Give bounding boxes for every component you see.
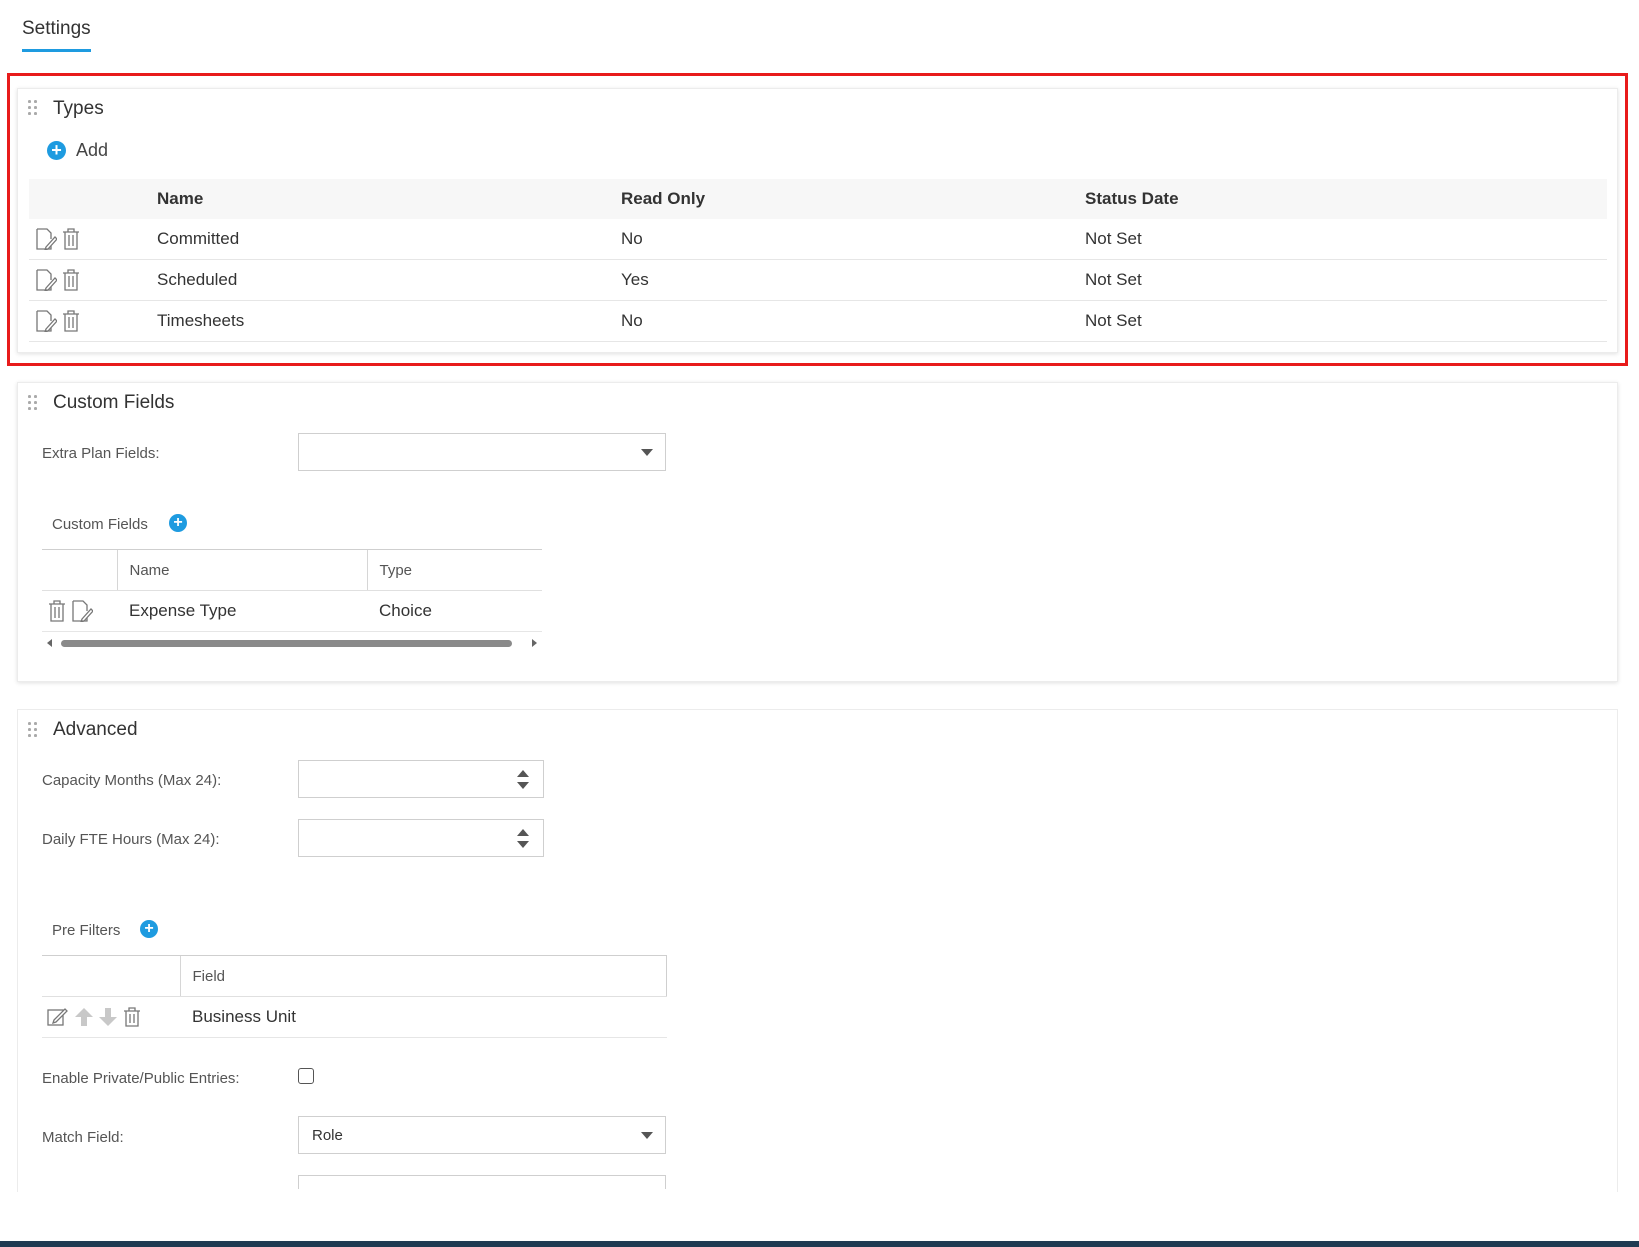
column-header-field[interactable]: Field	[179, 955, 667, 997]
advanced-panel: Advanced Capacity Months (Max 24): Daily…	[17, 709, 1618, 1192]
arrow-down-icon[interactable]	[517, 782, 529, 789]
edit-icon[interactable]	[71, 600, 93, 622]
arrow-down-icon[interactable]	[517, 841, 529, 848]
pre-filters-header: Field	[42, 955, 667, 997]
chevron-down-icon	[641, 1132, 653, 1139]
arrow-up-icon[interactable]	[74, 1007, 94, 1027]
add-pre-filter-button[interactable]: +	[140, 920, 158, 938]
highlight-frame	[7, 73, 1628, 366]
pre-filters-subtitle: Pre Filters	[52, 922, 121, 939]
cell-type: Choice	[367, 590, 542, 632]
horizontal-scrollbar[interactable]	[42, 636, 542, 650]
daily-fte-input[interactable]	[298, 819, 544, 857]
actions-header	[42, 549, 117, 591]
row-actions	[42, 590, 117, 632]
extra-plan-fields-label: Extra Plan Fields:	[42, 445, 160, 462]
private-public-checkbox[interactable]	[298, 1068, 314, 1084]
trash-icon[interactable]	[48, 600, 66, 622]
column-header-type[interactable]: Type	[366, 549, 542, 591]
drag-handle-icon[interactable]	[28, 395, 38, 411]
daily-fte-label: Daily FTE Hours (Max 24):	[42, 831, 220, 848]
add-custom-field-button[interactable]: +	[169, 514, 187, 532]
extra-plan-fields-select[interactable]	[298, 433, 666, 471]
actions-header	[42, 955, 180, 997]
arrow-up-icon[interactable]	[517, 829, 529, 836]
scrollbar-thumb[interactable]	[61, 640, 512, 647]
match-field-value: Role	[312, 1127, 343, 1144]
match-field-select[interactable]: Role	[298, 1116, 666, 1154]
scroll-right-icon[interactable]	[532, 639, 537, 647]
custom-fields-header: Name Type	[42, 549, 542, 591]
arrow-down-icon[interactable]	[98, 1007, 118, 1027]
custom-fields-panel: Custom Fields Extra Plan Fields: Custom …	[17, 382, 1618, 682]
trash-icon[interactable]	[123, 1007, 141, 1027]
capacity-months-label: Capacity Months (Max 24):	[42, 772, 222, 789]
capacity-months-input[interactable]	[298, 760, 544, 798]
table-row: Business Unit	[42, 996, 667, 1038]
pre-filters-table: Field Business Unit	[42, 955, 667, 1038]
panel-title-custom-fields: Custom Fields	[53, 392, 175, 413]
custom-fields-table: Name Type Expense Type Choice	[42, 549, 542, 632]
panel-title-advanced: Advanced	[53, 719, 138, 740]
next-field-select[interactable]	[298, 1175, 666, 1189]
edit-icon[interactable]	[47, 1007, 69, 1027]
bottom-bar	[0, 1241, 1639, 1247]
chevron-down-icon	[641, 449, 653, 456]
cell-name: Expense Type	[117, 590, 367, 632]
row-actions	[42, 996, 180, 1038]
cell-field: Business Unit	[180, 996, 667, 1038]
tab-bar: Settings	[22, 18, 91, 52]
column-header-name[interactable]: Name	[116, 549, 367, 591]
tab-settings[interactable]: Settings	[22, 18, 91, 52]
match-field-label: Match Field:	[42, 1129, 124, 1146]
table-row: Expense Type Choice	[42, 590, 542, 632]
scroll-left-icon[interactable]	[47, 639, 52, 647]
custom-fields-subtitle: Custom Fields	[52, 516, 148, 533]
drag-handle-icon[interactable]	[28, 722, 38, 738]
private-public-label: Enable Private/Public Entries:	[42, 1070, 240, 1087]
arrow-up-icon[interactable]	[517, 770, 529, 777]
